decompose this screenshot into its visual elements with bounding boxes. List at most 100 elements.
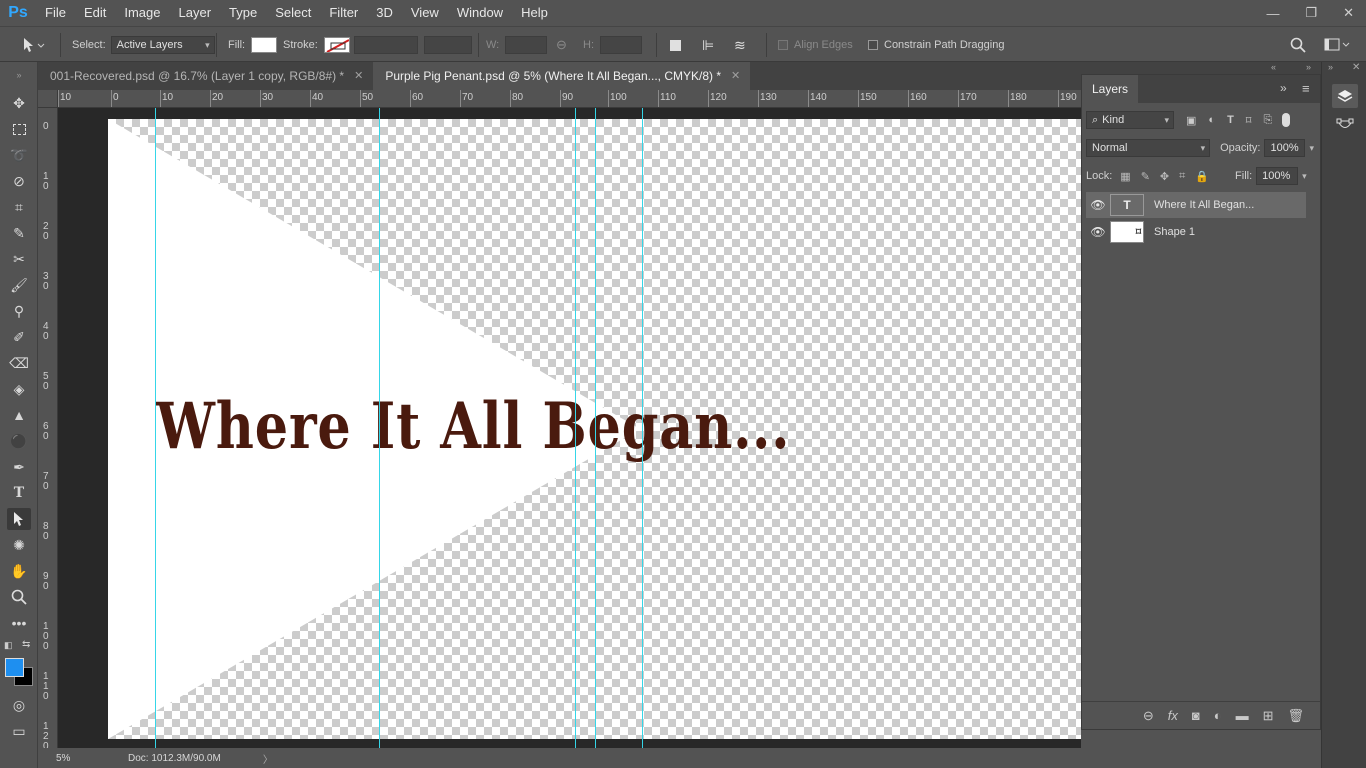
guide-line[interactable] [575,108,576,748]
lock-transparent-icon[interactable]: ▦ [1120,170,1130,183]
guide-line[interactable] [595,108,596,748]
select-dropdown[interactable]: Active Layers ▾ [110,36,215,54]
history-brush-tool[interactable]: ✐ [7,326,31,348]
lock-position-icon[interactable]: ✥ [1160,170,1169,183]
filter-toggle-icon[interactable] [1282,113,1291,127]
canvas-area[interactable]: Where It All Began... [58,108,1081,748]
foreground-color-swatch[interactable] [5,658,24,677]
layers-tab[interactable]: Layers [1082,75,1139,103]
vertical-ruler[interactable]: 0 10 20 30 40 50 60 70 80 90 100 110 120 [38,108,58,748]
search-button[interactable] [1290,27,1306,63]
horizontal-ruler[interactable]: 10 0 10 20 30 40 50 60 70 80 90 100 110 120 130 140 150 1… [58,90,1081,108]
chevron-down-icon[interactable]: ▾ [1302,171,1307,182]
minimize-button[interactable]: — [1266,6,1279,21]
blur-tool[interactable]: ▲ [7,404,31,426]
fill-swatch[interactable] [251,37,278,53]
quick-mask-button[interactable]: ◎ [7,694,31,716]
default-colors-icon[interactable]: ◧ [4,640,13,651]
hand-tool[interactable]: ✋ [7,560,31,582]
layers-panel-button[interactable] [1332,84,1358,108]
link-icon[interactable]: ⊖ [556,27,567,63]
brush-tool[interactable]: 🖌 [7,274,31,296]
menu-filter[interactable]: Filter [320,0,367,26]
path-operations-button[interactable] [670,27,681,63]
menu-edit[interactable]: Edit [75,0,115,26]
menu-type[interactable]: Type [220,0,266,26]
guide-line[interactable] [155,108,156,748]
eraser-tool[interactable]: ⌫ [7,352,31,374]
lock-pixels-icon[interactable]: ✎ [1141,170,1150,183]
stroke-type-dropdown[interactable] [424,36,472,54]
screen-mode-button[interactable]: ▭ [7,720,31,742]
align-edges-checkbox[interactable] [778,40,788,50]
visibility-eye-icon[interactable]: 👁 [1086,225,1110,239]
visibility-eye-icon[interactable]: 👁 [1086,198,1110,212]
smart-object-filter-icon[interactable]: ⎘ [1263,114,1272,127]
restore-button[interactable]: ❐ [1305,5,1317,21]
menu-view[interactable]: View [402,0,448,26]
menu-layer[interactable]: Layer [170,0,221,26]
lock-artboard-icon[interactable]: ⌗ [1179,170,1185,183]
clone-stamp-tool[interactable]: ⚲ [7,300,31,322]
expand-dock-icon[interactable]: » [1328,62,1333,72]
chevron-down-icon[interactable]: ▾ [1309,143,1314,154]
workspace-switcher[interactable] [1324,27,1350,63]
add-mask-icon[interactable]: ◙ [1192,708,1200,723]
menu-window[interactable]: Window [448,0,512,26]
layer-row-where-it-all-began[interactable]: 👁 T Where It All Began... [1086,192,1306,218]
close-tab-icon[interactable]: ✕ [731,62,740,90]
blend-mode-dropdown[interactable]: Normal ▾ [1086,139,1211,157]
path-selection-tool[interactable] [7,508,31,530]
constrain-path-checkbox[interactable] [868,40,878,50]
lasso-tool[interactable]: ➰ [7,144,31,166]
layer-filter-dropdown[interactable]: ⌕ Kind ▾ [1086,111,1174,129]
adjustment-layer-icon[interactable]: ◐ [1214,708,1222,723]
path-arrangement-button[interactable]: ≋ [734,27,746,63]
tab-purple-pig-penant[interactable]: Purple Pig Penant.psd @ 5% (Where It All… [373,62,751,90]
fx-icon[interactable]: fx [1168,708,1178,723]
tab-001-recovered[interactable]: 001-Recovered.psd @ 16.7% (Layer 1 copy,… [38,62,374,90]
guide-line[interactable] [642,108,643,748]
collapse-dock-icon[interactable]: » [1306,62,1311,72]
expand-panel-icon[interactable]: » [1280,81,1287,95]
eyedropper-tool[interactable]: ✎ [7,222,31,244]
close-window-button[interactable]: ✕ [1343,5,1354,21]
paint-bucket-tool[interactable]: ◈ [7,378,31,400]
zoom-tool[interactable] [7,586,31,608]
status-menu-arrow[interactable]: 〉 [263,751,273,766]
lock-all-icon[interactable]: 🔒 [1195,170,1209,183]
height-field[interactable] [600,36,642,54]
crop-tool[interactable]: ⌗ [7,196,31,218]
menu-3d[interactable]: 3D [367,0,402,26]
shape-filter-icon[interactable]: ⌑ [1246,114,1252,127]
quick-selection-tool[interactable]: ⊘ [7,170,31,192]
ruler-origin[interactable] [38,90,58,108]
paths-panel-button[interactable] [1332,114,1358,138]
collapse-panels-icon[interactable]: « [1271,62,1276,72]
edit-toolbar-button[interactable]: ••• [7,612,31,634]
move-tool[interactable]: ✥ [7,92,31,114]
menu-help[interactable]: Help [512,0,557,26]
adjustment-filter-icon[interactable]: ◐ [1208,114,1215,126]
new-group-icon[interactable]: ▬ [1236,708,1249,723]
menu-select[interactable]: Select [266,0,320,26]
marquee-tool[interactable] [7,118,31,140]
path-selection-preset-picker[interactable] [20,27,46,63]
link-layers-icon[interactable]: ⊖ [1143,708,1154,724]
close-dock-icon[interactable]: ✕ [1352,62,1360,73]
dodge-tool[interactable]: ⚫ [7,430,31,452]
delete-layer-icon[interactable]: 🗑 [1287,708,1304,724]
path-alignment-button[interactable]: ⊫ [702,27,714,63]
menu-file[interactable]: File [36,0,75,26]
width-field[interactable] [505,36,548,54]
fill-field[interactable]: 100% [1256,167,1299,185]
zoom-level[interactable]: 5% [56,753,126,764]
type-tool[interactable]: T [7,482,31,504]
stroke-width-field[interactable] [354,36,418,54]
custom-shape-tool[interactable]: ✺ [7,534,31,556]
swap-colors-icon[interactable]: ⇆ [22,639,30,650]
guide-line[interactable] [379,108,380,748]
layer-row-shape-1[interactable]: 👁 ⌑ Shape 1 [1086,219,1306,245]
new-layer-icon[interactable]: ⊞ [1263,708,1274,724]
pen-tool[interactable]: ✒ [7,456,31,478]
